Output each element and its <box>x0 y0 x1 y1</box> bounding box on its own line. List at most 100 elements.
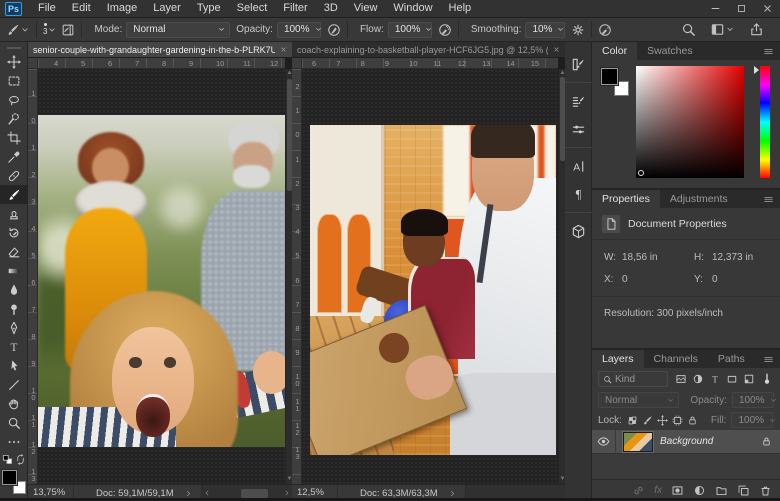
panel-menu-icon[interactable] <box>763 194 774 205</box>
tool-eyedropper[interactable] <box>0 147 28 166</box>
brush-settings-icon[interactable] <box>565 50 592 78</box>
scrollbar-thumb[interactable] <box>241 489 268 498</box>
lock-brush-icon[interactable] <box>642 415 653 426</box>
tool-type[interactable]: T <box>0 337 28 356</box>
menu-edit[interactable]: Edit <box>64 0 99 17</box>
menu-window[interactable]: Window <box>385 0 440 17</box>
delete-layer-button[interactable] <box>759 484 772 497</box>
tool-dodge[interactable] <box>0 299 28 318</box>
photoshop-logo-icon[interactable]: Ps <box>5 2 22 16</box>
type-filter-icon[interactable]: T <box>709 373 721 385</box>
layer-name[interactable]: Background <box>660 436 713 447</box>
tool-path-selection[interactable] <box>0 356 28 375</box>
tab-paths[interactable]: Paths <box>708 350 755 368</box>
tool-brush[interactable] <box>0 185 28 204</box>
add-mask-button[interactable] <box>671 484 684 497</box>
tool-move[interactable] <box>0 52 28 71</box>
tool-rectangular-marquee[interactable] <box>0 71 28 90</box>
foreground-color-swatch[interactable] <box>601 68 618 85</box>
new-layer-button[interactable] <box>737 484 750 497</box>
menu-file[interactable]: File <box>30 0 64 17</box>
x-value[interactable]: 0 <box>622 274 694 285</box>
tool-hand[interactable] <box>0 394 28 413</box>
vertical-scrollbar[interactable]: ▲ ▼ <box>285 69 292 484</box>
tool-zoom[interactable] <box>0 413 28 432</box>
minimize-button[interactable] <box>702 0 728 18</box>
hue-slider[interactable] <box>760 66 770 178</box>
toggle-brush-panel-icon[interactable] <box>61 23 75 37</box>
brush-preset-picker[interactable]: 3 <box>43 23 57 37</box>
canvas-viewport[interactable] <box>302 69 558 484</box>
canvas-viewport[interactable] <box>38 69 285 484</box>
tool-clone-stamp[interactable] <box>0 204 28 223</box>
3d-panel-icon[interactable] <box>565 217 592 245</box>
tab-swatches[interactable]: Swatches <box>637 42 703 60</box>
lock-transparent-icon[interactable] <box>627 415 638 426</box>
toolbar-grip[interactable] <box>7 47 21 49</box>
tool-spot-healing-brush[interactable] <box>0 166 28 185</box>
tool-eraser[interactable] <box>0 242 28 261</box>
tab-color[interactable]: Color <box>592 42 637 60</box>
smoothing-dropdown[interactable]: 10% <box>525 22 565 38</box>
blend-mode-dropdown[interactable]: Normal <box>126 22 230 38</box>
menu-view[interactable]: View <box>346 0 386 17</box>
character-panel-icon[interactable]: A <box>565 152 592 180</box>
menu-layer[interactable]: Layer <box>145 0 189 17</box>
smart-object-filter-icon[interactable] <box>743 373 755 385</box>
pressure-opacity-icon[interactable] <box>327 23 341 37</box>
paragraph-panel-icon[interactable]: ¶ <box>565 180 592 208</box>
search-icon[interactable] <box>681 22 696 37</box>
link-layers-button[interactable] <box>632 484 645 497</box>
tool-lasso[interactable] <box>0 90 28 109</box>
new-group-button[interactable] <box>715 484 728 497</box>
menu-help[interactable]: Help <box>441 0 480 17</box>
close-button[interactable] <box>754 0 780 18</box>
close-tab-icon[interactable] <box>553 46 560 53</box>
tool-line[interactable] <box>0 375 28 394</box>
document-tab-active[interactable]: senior-couple-with-grandaughter-gardenin… <box>28 42 292 57</box>
width-value[interactable]: 18,56 in <box>622 252 694 263</box>
smoothing-options-gear-icon[interactable] <box>571 23 585 37</box>
brush-presets-icon[interactable] <box>565 87 592 115</box>
panel-menu-icon[interactable] <box>763 354 774 365</box>
color-panel-swatches[interactable] <box>601 68 629 96</box>
add-adjustment-button[interactable] <box>693 484 706 497</box>
airbrush-icon[interactable] <box>438 23 452 37</box>
tab-layers[interactable]: Layers <box>592 350 644 368</box>
close-tab-icon[interactable] <box>280 46 287 53</box>
tab-properties[interactable]: Properties <box>592 190 660 208</box>
menu-image[interactable]: Image <box>99 0 146 17</box>
status-menu-chevron-icon[interactable] <box>448 489 457 498</box>
workspace-switcher[interactable] <box>710 22 735 37</box>
menu-filter[interactable]: Filter <box>275 0 315 17</box>
menu-3d[interactable]: 3D <box>316 0 346 17</box>
layer-opacity-field[interactable]: 100% <box>732 392 774 408</box>
panel-menu-icon[interactable] <box>763 46 774 57</box>
tool-presets-icon[interactable] <box>565 115 592 143</box>
shape-filter-icon[interactable] <box>726 373 738 385</box>
fill-field[interactable]: 100% <box>731 412 773 428</box>
menu-select[interactable]: Select <box>229 0 276 17</box>
lock-move-icon[interactable] <box>657 415 668 426</box>
document-tab-inactive[interactable]: coach-explaining-to-basketball-player-HC… <box>292 42 565 57</box>
tab-channels[interactable]: Channels <box>644 350 708 368</box>
height-value[interactable]: 12,373 in <box>712 252 780 263</box>
pixel-filter-icon[interactable] <box>675 373 687 385</box>
color-swatches[interactable] <box>1 469 27 495</box>
tool-blur[interactable] <box>0 280 28 299</box>
opacity-dropdown[interactable]: 100% <box>277 22 321 38</box>
brush-tool-preset-icon[interactable] <box>6 23 20 37</box>
saturation-brightness-picker[interactable] <box>636 66 744 178</box>
chevron-down-icon[interactable] <box>20 23 30 37</box>
filter-toggle-icon[interactable] <box>760 372 774 386</box>
menu-type[interactable]: Type <box>189 0 229 17</box>
layer-effects-button[interactable]: fx <box>654 485 662 496</box>
hue-slider-marker[interactable] <box>754 66 759 74</box>
tab-adjustments[interactable]: Adjustments <box>660 190 738 208</box>
share-icon[interactable] <box>749 22 764 37</box>
lock-artboard-icon[interactable] <box>672 415 683 426</box>
tool-quick-selection[interactable] <box>0 109 28 128</box>
scroll-right-icon[interactable] <box>282 489 292 497</box>
canvas-image-gardening[interactable] <box>38 115 285 447</box>
layer-thumbnail[interactable] <box>623 432 653 452</box>
